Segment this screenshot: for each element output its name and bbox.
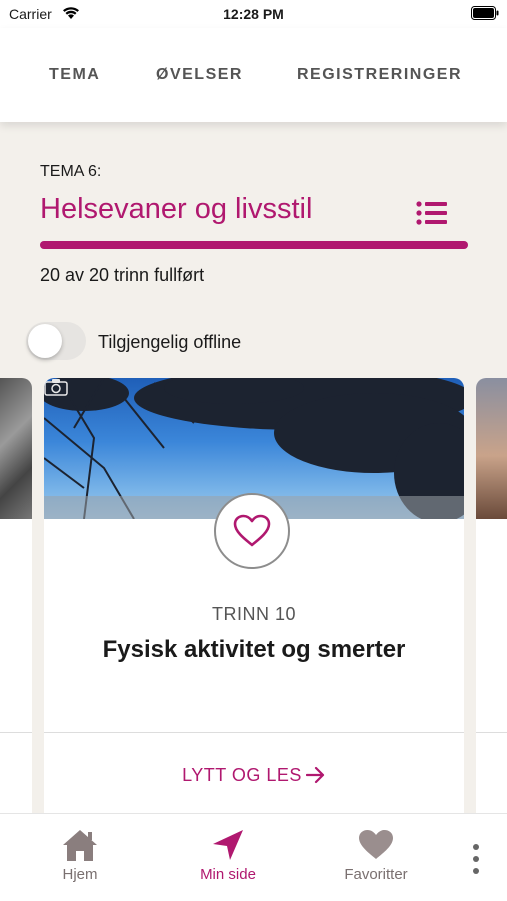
progress-text: 20 av 20 trinn fullført xyxy=(40,265,205,285)
progress-bar xyxy=(40,241,468,249)
favorite-button[interactable] xyxy=(214,493,290,569)
tab-registreringer[interactable]: REGISTRERINGER xyxy=(297,66,462,84)
next-card[interactable] xyxy=(476,378,507,818)
progress-bar-fill xyxy=(40,241,468,249)
tab-ovelser[interactable]: ØVELSER xyxy=(156,66,243,84)
list-icon[interactable] xyxy=(416,200,448,226)
nav-label-min-side: Min side xyxy=(200,866,256,883)
divider xyxy=(476,732,507,733)
previous-card[interactable] xyxy=(0,378,32,818)
nav-label-hjem: Hjem xyxy=(62,866,98,883)
bottom-tab-bar: Hjem Min side Favoritter xyxy=(0,813,507,901)
navigation-arrow-icon xyxy=(213,830,243,860)
heart-icon xyxy=(359,830,393,859)
home-icon xyxy=(63,830,97,861)
nav-item-favoritter[interactable]: Favoritter xyxy=(326,828,426,883)
next-card-image xyxy=(476,378,507,519)
tema-number-label: TEMA 6: xyxy=(40,163,102,180)
step-label: TRINN 10 xyxy=(211,604,296,624)
step-card[interactable]: TRINN 10 Fysisk aktivitet og smerter LYT… xyxy=(44,378,464,818)
page-title: Helsevaner og livsstil xyxy=(40,193,313,225)
offline-label: Tilgjengelig offline xyxy=(98,332,242,352)
top-tab-bar: TEMA ØVELSER REGISTRERINGER xyxy=(0,28,507,122)
status-bar: Carrier 12:28 PM xyxy=(0,0,507,28)
listen-read-button[interactable]: LYTT OG LES xyxy=(44,765,464,786)
nav-item-min-side[interactable]: Min side xyxy=(178,828,278,883)
tab-tema[interactable]: TEMA xyxy=(49,66,100,84)
toggle-knob xyxy=(28,324,62,358)
heart-outline-icon xyxy=(233,514,271,547)
offline-toggle[interactable] xyxy=(26,322,86,360)
nav-label-favoritter: Favoritter xyxy=(344,866,408,883)
camera-icon xyxy=(44,379,68,396)
listen-read-label: LYTT OG LES xyxy=(182,765,302,785)
nav-item-hjem[interactable]: Hjem xyxy=(30,828,130,883)
arrow-right-icon xyxy=(305,766,325,784)
divider xyxy=(0,732,32,733)
clock: 12:28 PM xyxy=(223,6,284,22)
previous-card-image xyxy=(0,378,32,519)
card-title: Fysisk aktivitet og smerter xyxy=(102,636,406,663)
more-vertical-icon[interactable] xyxy=(466,842,486,876)
divider xyxy=(44,732,464,733)
battery-icon xyxy=(471,6,499,20)
